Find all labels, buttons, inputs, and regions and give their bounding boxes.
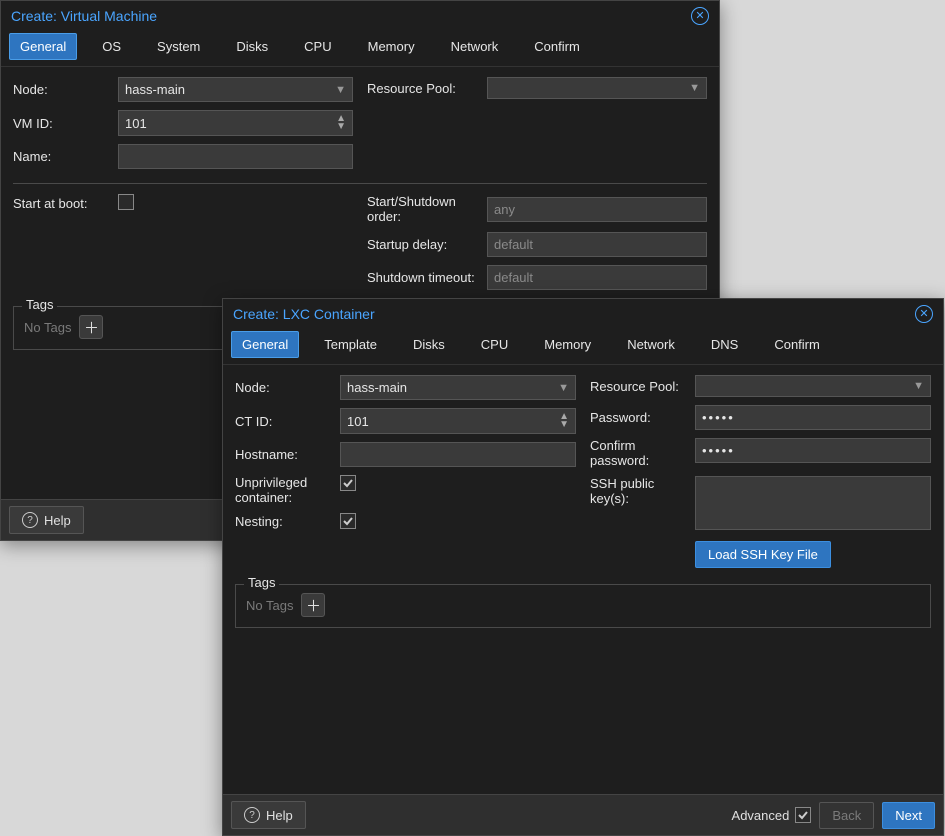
chevron-down-icon: ▼ bbox=[913, 380, 924, 392]
tab-confirm[interactable]: Confirm bbox=[763, 331, 831, 358]
nesting-checkbox[interactable] bbox=[340, 513, 356, 529]
node-select[interactable]: hass-main ▼ bbox=[340, 375, 576, 400]
ctid-spinner[interactable]: 101 ▲▼ bbox=[340, 408, 576, 434]
label-hostname: Hostname: bbox=[235, 447, 340, 462]
dialog-title: Create: LXC Container bbox=[233, 306, 375, 322]
dialog-title: Create: Virtual Machine bbox=[11, 8, 157, 24]
tab-memory[interactable]: Memory bbox=[357, 33, 426, 60]
tab-disks[interactable]: Disks bbox=[225, 33, 279, 60]
order-input[interactable] bbox=[487, 197, 707, 222]
shutdown-timeout-input[interactable] bbox=[487, 265, 707, 290]
resource-pool-select[interactable]: ▼ bbox=[695, 375, 931, 397]
label-shutdown-timeout: Shutdown timeout: bbox=[367, 270, 487, 285]
advanced-toggle[interactable]: Advanced bbox=[732, 807, 812, 823]
vmid-value: 101 bbox=[125, 116, 147, 131]
tab-general[interactable]: General bbox=[231, 331, 299, 358]
label-ssh-keys: SSH public key(s): bbox=[590, 476, 695, 506]
tabs: General Template Disks CPU Memory Networ… bbox=[223, 331, 943, 365]
help-icon: ? bbox=[244, 807, 260, 823]
start-at-boot-checkbox[interactable] bbox=[118, 194, 134, 210]
load-ssh-key-button[interactable]: Load SSH Key File bbox=[695, 541, 831, 568]
help-label: Help bbox=[266, 808, 293, 823]
hostname-input[interactable] bbox=[340, 442, 576, 467]
help-icon: ? bbox=[22, 512, 38, 528]
create-lxc-dialog: Create: LXC Container ✕ General Template… bbox=[222, 298, 944, 836]
tags-fieldset: Tags No Tags ＋ bbox=[235, 584, 931, 628]
node-value: hass-main bbox=[347, 380, 407, 395]
node-value: hass-main bbox=[125, 82, 185, 97]
help-label: Help bbox=[44, 513, 71, 528]
add-tag-button[interactable]: ＋ bbox=[79, 315, 103, 339]
tab-disks[interactable]: Disks bbox=[402, 331, 456, 358]
label-nesting: Nesting: bbox=[235, 514, 340, 529]
label-password: Password: bbox=[590, 410, 695, 425]
label-confirm-password: Confirm password: bbox=[590, 438, 695, 468]
label-startup-delay: Startup delay: bbox=[367, 237, 487, 252]
name-input[interactable] bbox=[118, 144, 353, 169]
next-button[interactable]: Next bbox=[882, 802, 935, 829]
password-input[interactable]: ••••• bbox=[695, 405, 931, 430]
no-tags-text: No Tags bbox=[24, 320, 71, 335]
spinner-icon: ▲▼ bbox=[559, 413, 569, 429]
tab-template[interactable]: Template bbox=[313, 331, 388, 358]
titlebar: Create: Virtual Machine ✕ bbox=[1, 1, 719, 33]
chevron-down-icon: ▼ bbox=[335, 84, 346, 96]
help-button[interactable]: ? Help bbox=[231, 801, 306, 829]
titlebar: Create: LXC Container ✕ bbox=[223, 299, 943, 331]
back-button[interactable]: Back bbox=[819, 802, 874, 829]
close-icon[interactable]: ✕ bbox=[691, 7, 709, 25]
label-node: Node: bbox=[13, 82, 118, 97]
startup-delay-input[interactable] bbox=[487, 232, 707, 257]
add-tag-button[interactable]: ＋ bbox=[301, 593, 325, 617]
dialog-body: Node: hass-main ▼ CT ID: 101 ▲▼ bbox=[223, 365, 943, 794]
confirm-password-input[interactable]: ••••• bbox=[695, 438, 931, 463]
no-tags-text: No Tags bbox=[246, 598, 293, 613]
tab-general[interactable]: General bbox=[9, 33, 77, 60]
password-value: ••••• bbox=[702, 410, 735, 425]
node-select[interactable]: hass-main ▼ bbox=[118, 77, 353, 102]
tags-legend: Tags bbox=[22, 297, 57, 312]
spinner-icon: ▲▼ bbox=[336, 115, 346, 131]
confirm-password-value: ••••• bbox=[702, 443, 735, 458]
label-order: Start/Shutdown order: bbox=[367, 194, 487, 224]
tab-memory[interactable]: Memory bbox=[533, 331, 602, 358]
advanced-checkbox[interactable] bbox=[795, 807, 811, 823]
help-button[interactable]: ? Help bbox=[9, 506, 84, 534]
chevron-down-icon: ▼ bbox=[689, 82, 700, 94]
ssh-keys-textarea[interactable] bbox=[695, 476, 931, 530]
resource-pool-select[interactable]: ▼ bbox=[487, 77, 707, 99]
tab-dns[interactable]: DNS bbox=[700, 331, 749, 358]
label-name: Name: bbox=[13, 149, 118, 164]
tab-network[interactable]: Network bbox=[440, 33, 510, 60]
chevron-down-icon: ▼ bbox=[558, 382, 569, 394]
tab-network[interactable]: Network bbox=[616, 331, 686, 358]
unprivileged-checkbox[interactable] bbox=[340, 475, 356, 491]
label-node: Node: bbox=[235, 380, 340, 395]
label-unprivileged: Unprivileged container: bbox=[235, 475, 340, 505]
tags-legend: Tags bbox=[244, 575, 279, 590]
tab-confirm[interactable]: Confirm bbox=[523, 33, 591, 60]
vmid-spinner[interactable]: 101 ▲▼ bbox=[118, 110, 353, 136]
close-icon[interactable]: ✕ bbox=[915, 305, 933, 323]
label-start-at-boot: Start at boot: bbox=[13, 196, 118, 211]
label-resource-pool: Resource Pool: bbox=[367, 81, 487, 96]
tab-cpu[interactable]: CPU bbox=[470, 331, 519, 358]
tab-os[interactable]: OS bbox=[91, 33, 132, 60]
label-ctid: CT ID: bbox=[235, 414, 340, 429]
tab-cpu[interactable]: CPU bbox=[293, 33, 342, 60]
ctid-value: 101 bbox=[347, 414, 369, 429]
label-resource-pool: Resource Pool: bbox=[590, 379, 695, 394]
dialog-footer: ? Help Advanced Back Next bbox=[223, 794, 943, 835]
tabs: General OS System Disks CPU Memory Netwo… bbox=[1, 33, 719, 67]
tab-system[interactable]: System bbox=[146, 33, 211, 60]
advanced-label: Advanced bbox=[732, 808, 790, 823]
label-vmid: VM ID: bbox=[13, 116, 118, 131]
